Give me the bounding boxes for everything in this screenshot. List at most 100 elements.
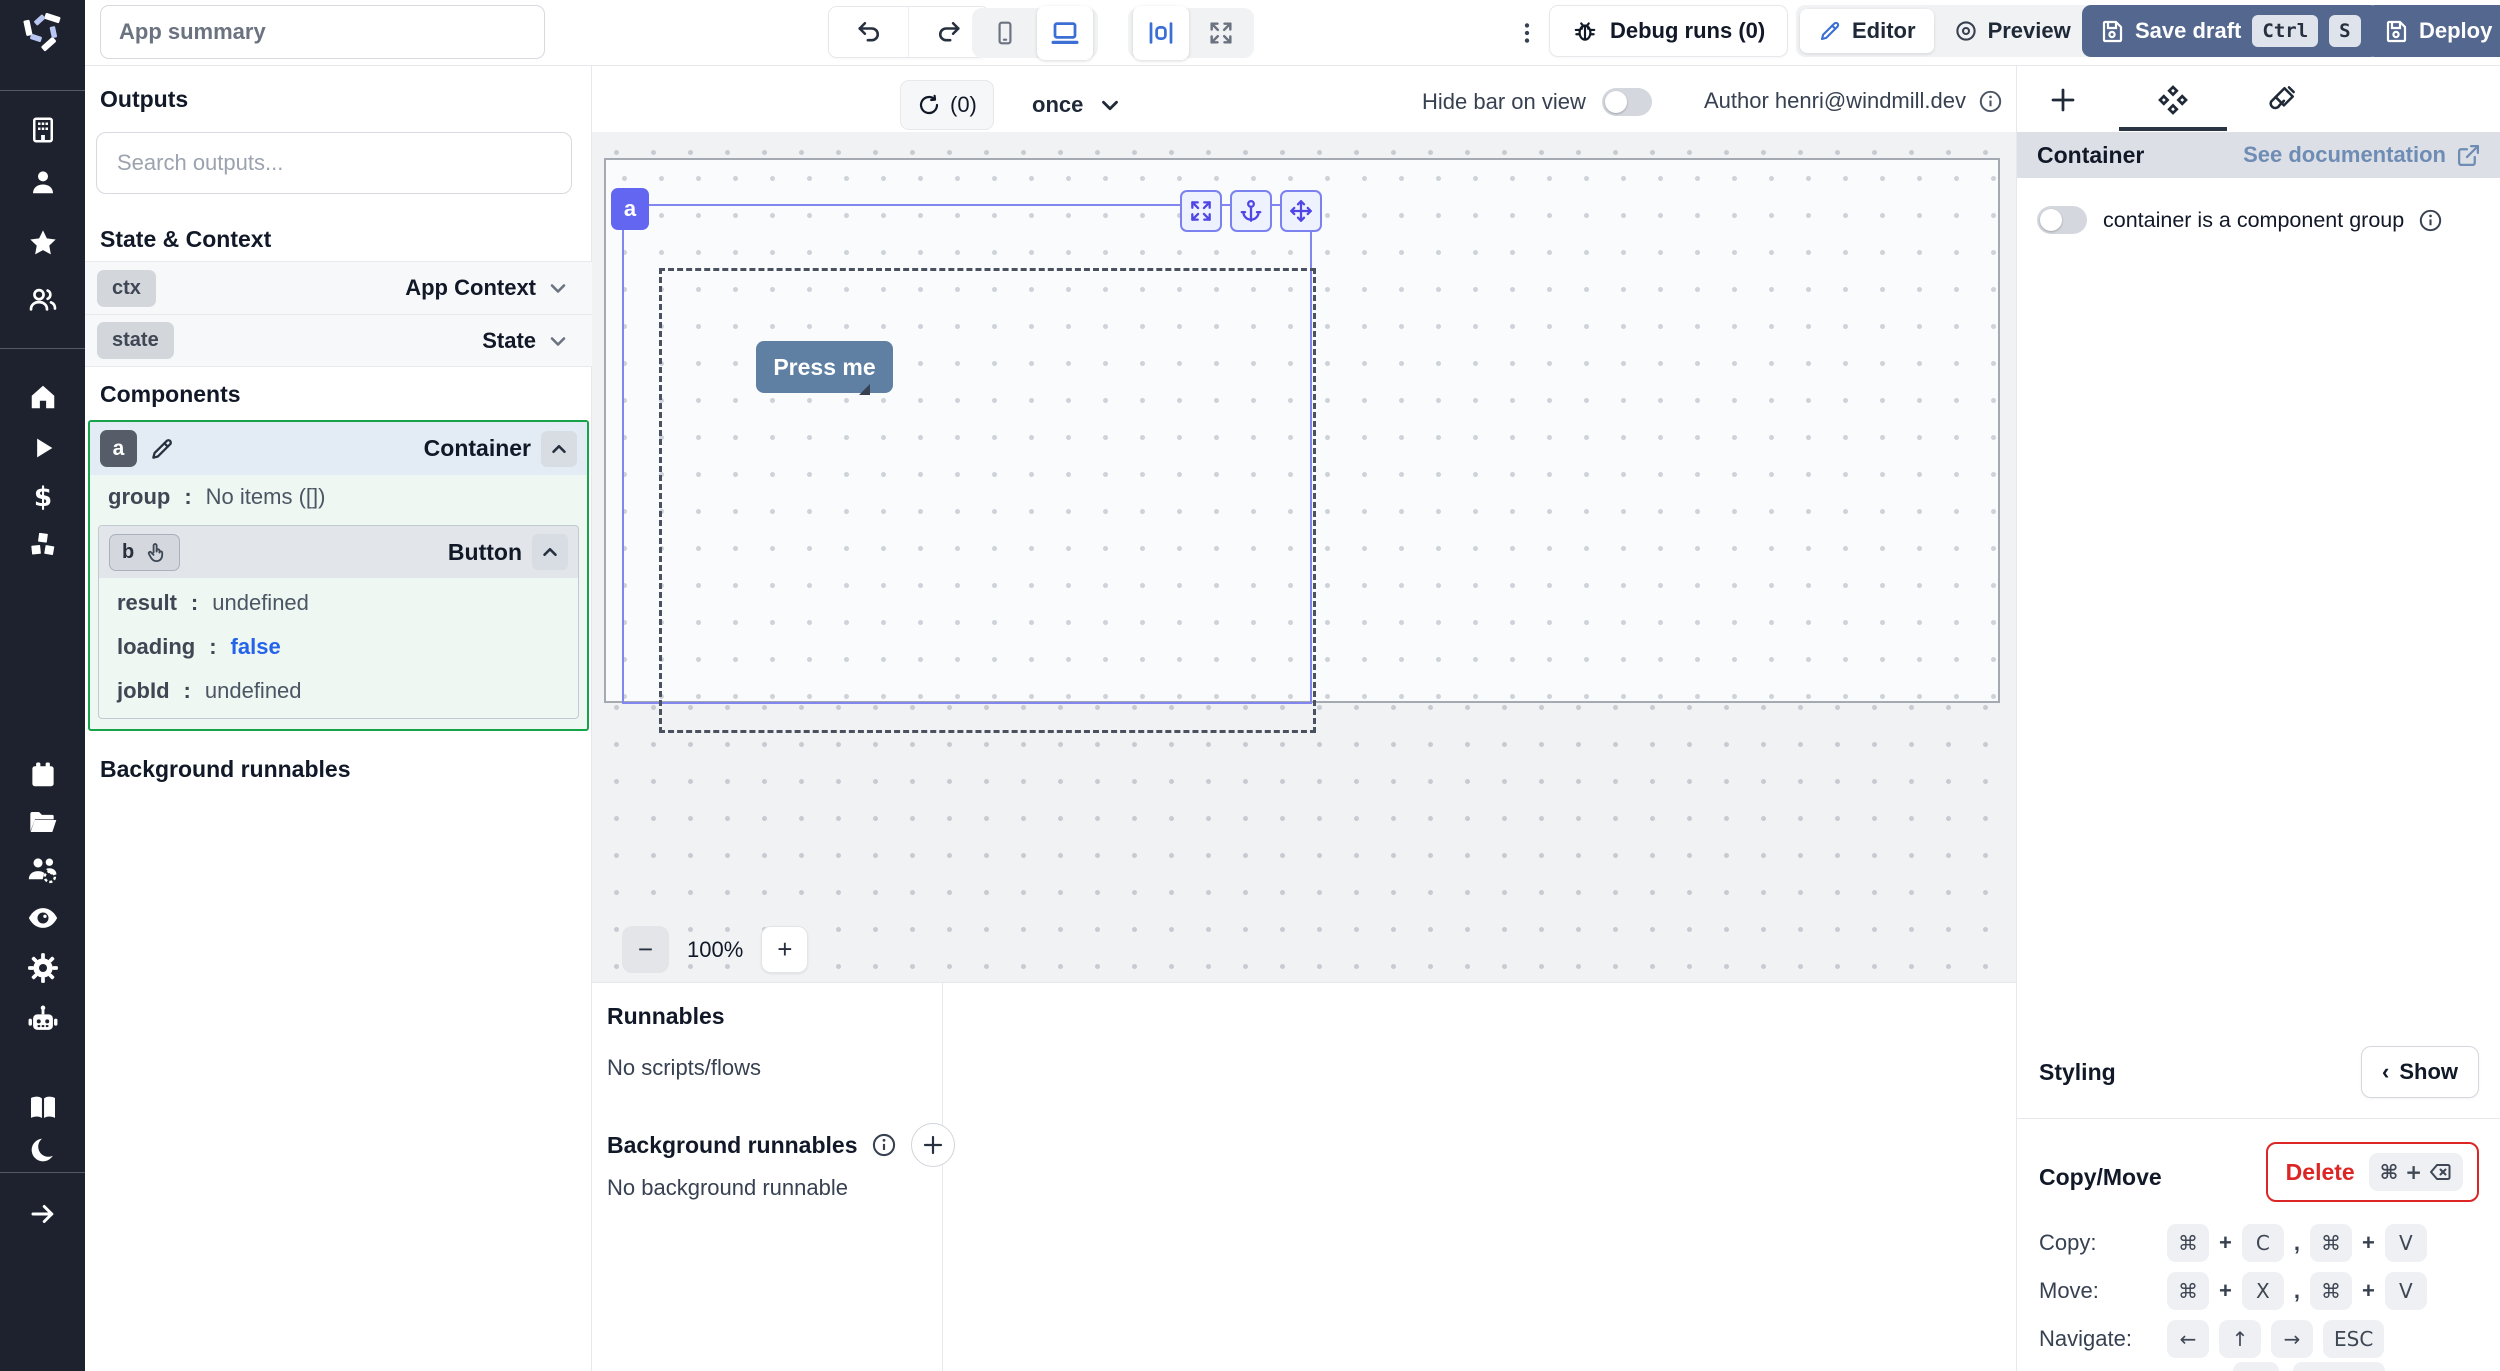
ctx-row[interactable]: ctx App Context [85,261,592,314]
component-tree-container-a: a Container group : No items ([]) b Butt… [88,420,589,731]
sidebar-item-runs[interactable] [0,426,85,470]
selected-container-outline[interactable]: Press me [622,204,1312,704]
sidebar-item-docs[interactable] [0,1086,85,1130]
zoom-in-button[interactable]: + [761,926,808,973]
chevron-left-icon: ‹ [2382,1059,2389,1085]
edit-id-pencil-icon[interactable] [149,436,175,462]
delete-shortcut-kbd: ⌘ + [2369,1153,2463,1191]
save-draft-button[interactable]: Save draft Ctrl S [2082,5,2379,57]
tab-component-settings[interactable] [2151,78,2195,122]
section-divider [2017,1118,2500,1119]
styling-title: Styling [2039,1059,2116,1086]
move-component-button[interactable] [1280,190,1322,232]
fullwidth-layout-button[interactable] [1193,12,1249,54]
press-me-button[interactable]: Press me [756,341,893,393]
sidebar-item-audit-logs[interactable] [0,896,85,940]
mobile-view-button[interactable] [977,12,1033,54]
top-toolbar: Debug runs (0) Editor Preview Save draft… [85,0,2500,66]
centered-layout-button[interactable] [1133,6,1189,60]
delete-component-button[interactable]: Delete ⌘ + [2266,1142,2479,1202]
expand-component-button[interactable] [1180,190,1222,232]
tab-preview[interactable]: Preview [1936,9,2089,53]
component-group-toggle[interactable] [2037,206,2087,234]
canvas-grid[interactable]: a Press me − 100% + [592,132,2016,982]
sidebar-item-workspace[interactable] [0,108,85,152]
background-runnables-row: Background runnables [607,1123,955,1167]
ctx-badge: ctx [97,270,156,307]
more-options-icon[interactable] [1510,16,1544,50]
runnables-panel: Runnables No scripts/flows Background ru… [592,982,2016,1371]
undo-button[interactable] [829,7,909,57]
search-outputs-input[interactable] [96,132,572,194]
expand-sidebar-icon[interactable] [0,1192,85,1236]
refresh-count: (0) [950,92,977,118]
debug-runs-button[interactable]: Debug runs (0) [1549,5,1788,57]
app-summary-input[interactable] [100,5,545,59]
dark-mode-icon[interactable] [0,1128,85,1172]
sidebar-item-schedules[interactable] [0,753,85,797]
collapse-container-button[interactable] [541,431,577,467]
outputs-panel: Outputs State & Context ctx App Context … [85,66,592,1371]
kbd-key: V [2385,1272,2427,1310]
info-icon[interactable] [871,1132,897,1158]
sidebar-item-resources[interactable] [0,522,85,566]
component-tree-button-b: b Button result: undefined loading: fals… [98,525,579,719]
info-icon[interactable] [1978,89,2003,114]
kbd-key: C [2242,1224,2284,1262]
refresh-mode-label: once [1032,92,1083,118]
partial-kbd [2233,1362,2279,1371]
hide-bar-toggle[interactable] [1602,88,1652,116]
windmill-logo-icon[interactable] [0,8,85,52]
container-a-row[interactable]: a Container [90,422,587,475]
sidebar-item-ai[interactable] [0,998,85,1042]
info-icon[interactable] [2418,208,2443,233]
ctx-type-label: App Context [405,275,536,301]
state-type-label: State [482,328,536,354]
sidebar-item-user[interactable] [0,160,85,204]
button-prop-result: result: undefined [99,578,578,625]
undo-redo-group [828,6,990,58]
state-row[interactable]: state State [85,314,592,367]
layout-toggle-group [1128,8,1254,58]
refresh-mode-dropdown[interactable]: once [1032,80,1123,130]
chevron-down-icon[interactable] [546,276,570,300]
deploy-button[interactable]: Deploy [2366,5,2500,57]
tab-insert-component[interactable] [2041,78,2085,122]
chevron-down-icon[interactable] [546,329,570,353]
sidebar-item-home[interactable] [0,375,85,419]
container-subgrid[interactable]: Press me [659,268,1316,733]
component-group-label: container is a component group [2103,208,2404,233]
app-page[interactable]: a Press me [604,158,2000,703]
zoom-out-button[interactable]: − [622,926,669,973]
refresh-button[interactable]: (0) [900,80,994,130]
sidebar-item-favorites[interactable] [0,221,85,265]
sidebar-divider [0,90,85,91]
sidebar-item-groups[interactable] [0,278,85,322]
desktop-view-button[interactable] [1037,6,1093,60]
kbd-ctrl: Ctrl [2252,15,2318,47]
tab-editor[interactable]: Editor [1800,9,1934,53]
kbd-key: X [2242,1272,2284,1310]
prop-key: loading [117,634,195,660]
sidebar-item-variables[interactable]: $ [0,476,85,520]
component-a-tag[interactable]: a [611,188,649,230]
canvas-toolbar: (0) once Hide bar on view Author henri@w… [592,66,2016,132]
container-type-label: Container [424,435,531,462]
anchor-component-button[interactable] [1230,190,1272,232]
see-documentation-link[interactable]: See documentation [2243,142,2481,168]
paintbrush-icon [2265,84,2297,116]
partial-kbd [2293,1362,2385,1371]
add-background-runnable-button[interactable] [911,1123,955,1167]
active-tab-underline [2119,127,2227,131]
resize-handle[interactable] [859,384,870,395]
button-b-row[interactable]: b Button [99,526,578,578]
components-icon [2156,83,2190,117]
shortcut-label: Navigate: [2039,1326,2157,1352]
sidebar-item-settings[interactable] [0,946,85,990]
sidebar-item-folders[interactable] [0,800,85,844]
tab-styling[interactable] [2259,78,2303,122]
prop-key: group [108,484,170,510]
show-styling-button[interactable]: ‹ Show [2361,1046,2479,1098]
sidebar-item-workers[interactable] [0,848,85,892]
collapse-button-button[interactable] [532,534,568,570]
